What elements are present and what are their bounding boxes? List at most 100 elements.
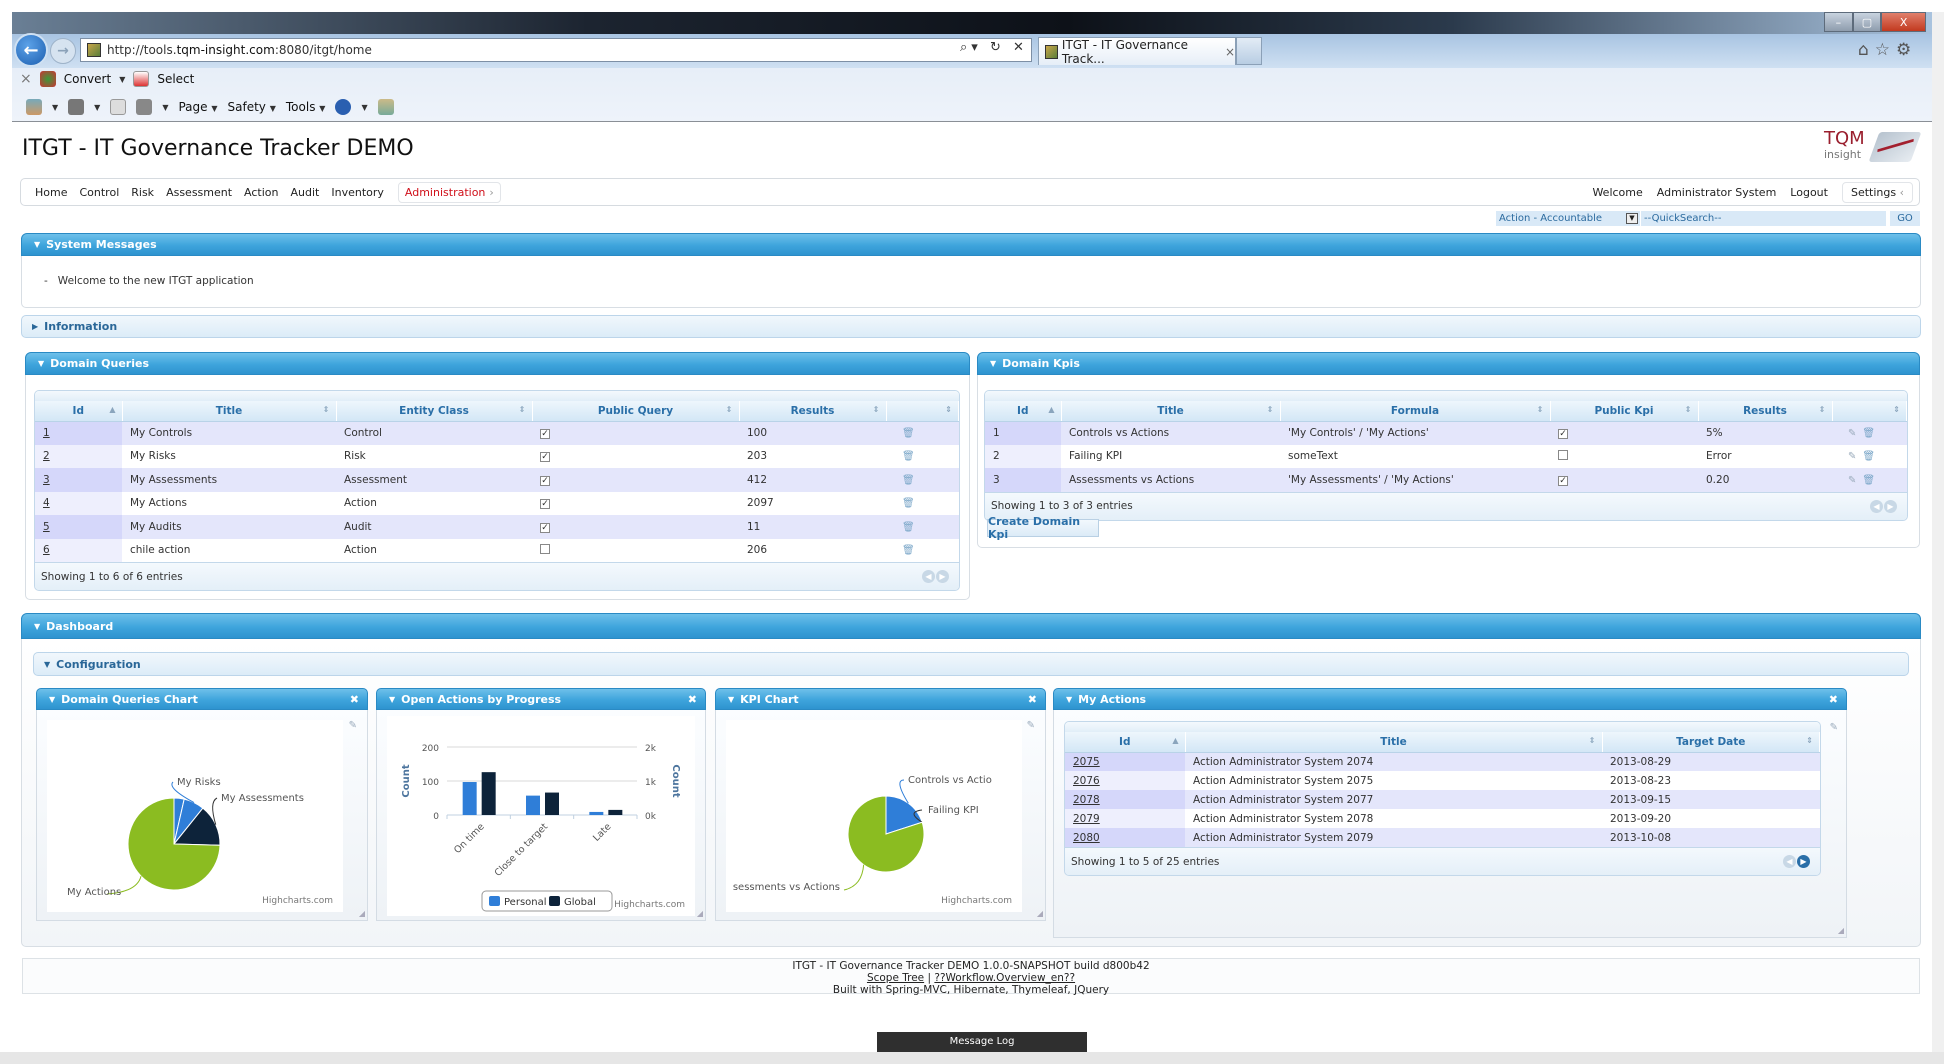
next-page-button[interactable]: ▶ xyxy=(1797,855,1810,868)
query-id-link[interactable]: 5 xyxy=(43,521,50,533)
trash-icon[interactable]: 🗑 xyxy=(1862,428,1875,439)
col-formula[interactable]: Formula ⇕ xyxy=(1280,401,1551,422)
settings-menu[interactable]: Settings ‹ xyxy=(1841,181,1913,203)
message-log-button[interactable]: Message Log xyxy=(877,1032,1087,1052)
minimize-button[interactable]: – xyxy=(1824,12,1853,32)
restore-button[interactable]: ▢ xyxy=(1852,12,1882,32)
col-public-kpi[interactable]: Public Kpi ⇕ xyxy=(1550,401,1699,422)
mail-icon[interactable] xyxy=(110,99,127,115)
resize-handle-icon[interactable]: ◢ xyxy=(1037,909,1043,918)
col-title[interactable]: Title ⇕ xyxy=(122,401,337,422)
highcharts-credit[interactable]: Highcharts.com xyxy=(614,900,685,910)
tools-menu[interactable]: Tools ▼ xyxy=(286,100,326,114)
trash-icon[interactable]: 🗑 xyxy=(902,522,915,533)
col-results[interactable]: Results ⇕ xyxy=(1698,401,1833,422)
query-id-link[interactable]: 2 xyxy=(43,450,50,462)
resize-handle-icon[interactable]: ◢ xyxy=(697,909,703,918)
prev-page-button[interactable]: ◀ xyxy=(1870,499,1883,513)
edit-icon[interactable]: ✎ xyxy=(349,720,357,731)
public-query-checkbox[interactable]: ✓ xyxy=(540,452,550,463)
chevron-down-icon[interactable]: ▼ xyxy=(119,75,125,84)
resize-handle-icon[interactable]: ◢ xyxy=(359,909,365,918)
close-icon[interactable]: ✖ xyxy=(350,693,359,706)
home-icon[interactable] xyxy=(26,99,42,115)
quicksearch-input[interactable]: --QuickSearch-- xyxy=(1641,211,1886,226)
nav-action[interactable]: Action xyxy=(244,186,278,199)
query-id-link[interactable]: 1 xyxy=(43,427,50,439)
chevron-down-icon[interactable]: ▼ xyxy=(52,103,58,112)
convert-button[interactable]: Convert xyxy=(64,72,111,86)
action-id-link[interactable]: 2076 xyxy=(1073,775,1100,787)
address-bar[interactable]: http://tools. tqm-insight.com:8080/itgt/h… xyxy=(80,38,1032,62)
col-entity-class[interactable]: Entity Class ⇕ xyxy=(336,401,533,422)
col-target-date[interactable]: Target Date ⇕ xyxy=(1602,732,1820,753)
help-icon[interactable] xyxy=(335,99,352,115)
public-query-checkbox[interactable]: ✓ xyxy=(540,522,550,533)
trash-icon[interactable]: 🗑 xyxy=(1862,451,1875,462)
close-icon[interactable]: ✖ xyxy=(688,693,697,706)
nav-assessment[interactable]: Assessment xyxy=(166,186,232,199)
col-results[interactable]: Results ⇕ xyxy=(739,401,887,422)
nav-risk[interactable]: Risk xyxy=(131,186,154,199)
page-menu[interactable]: Page ▼ xyxy=(178,100,217,114)
edit-icon[interactable]: ✎ xyxy=(1848,475,1856,486)
widget-header[interactable]: ▼ Open Actions by Progress ✖ xyxy=(376,688,706,710)
trash-icon[interactable]: 🗑 xyxy=(902,428,915,439)
trash-icon[interactable]: 🗑 xyxy=(902,545,915,556)
print-icon[interactable] xyxy=(136,99,153,115)
widget-header[interactable]: ▼ Domain Queries Chart ✖ xyxy=(36,688,368,710)
widget-header[interactable]: ▼ My Actions ✖ xyxy=(1053,688,1847,710)
close-window-button[interactable]: X xyxy=(1881,12,1927,32)
vertical-scrollbar[interactable] xyxy=(1932,12,1944,1052)
next-page-button[interactable]: ▶ xyxy=(936,570,949,583)
action-id-link[interactable]: 2075 xyxy=(1073,756,1100,768)
trash-icon[interactable]: 🗑 xyxy=(902,498,915,509)
nav-administration[interactable]: Administration › xyxy=(397,181,501,203)
quicksearch-dropdown-button[interactable]: ▼ xyxy=(1624,211,1640,226)
col-title[interactable]: Title ⇕ xyxy=(1061,401,1281,422)
query-id-link[interactable]: 3 xyxy=(43,474,50,486)
address-tools[interactable]: ⌕▾ ↻ ✕ xyxy=(960,40,1028,55)
public-query-checkbox[interactable] xyxy=(540,543,550,554)
highcharts-credit[interactable]: Highcharts.com xyxy=(262,896,333,906)
nav-home[interactable]: Home xyxy=(35,186,67,199)
public-query-checkbox[interactable]: ✓ xyxy=(540,499,550,510)
safety-menu[interactable]: Safety ▼ xyxy=(228,100,276,114)
browser-right-icons[interactable]: ⌂☆⚙ xyxy=(1858,40,1917,60)
scope-tree-link[interactable]: Scope Tree xyxy=(867,972,924,984)
col-id[interactable]: Id ▲ xyxy=(35,401,123,422)
col-public-query[interactable]: Public Query ⇕ xyxy=(532,401,740,422)
public-query-checkbox[interactable]: ✓ xyxy=(540,429,550,439)
logout-link[interactable]: Logout xyxy=(1790,186,1828,199)
edit-icon[interactable]: ✎ xyxy=(1848,451,1856,462)
domain-queries-header[interactable]: ▼ Domain Queries xyxy=(25,352,970,375)
quicksearch-type-select[interactable]: Action - Accountable xyxy=(1496,211,1624,226)
action-id-link[interactable]: 2080 xyxy=(1073,832,1100,844)
create-domain-kpi-button[interactable]: Create Domain Kpi xyxy=(987,515,1099,541)
configuration-header[interactable]: ▼ Configuration xyxy=(33,652,1909,676)
new-tab-button[interactable] xyxy=(1236,37,1262,65)
public-kpi-checkbox[interactable]: ✓ xyxy=(1558,429,1568,439)
action-id-link[interactable]: 2079 xyxy=(1073,813,1100,825)
next-page-button[interactable]: ▶ xyxy=(1884,499,1897,513)
dashboard-header[interactable]: ▼ Dashboard xyxy=(21,613,1921,639)
research-icon[interactable] xyxy=(377,99,394,115)
public-kpi-checkbox[interactable]: ✓ xyxy=(1558,475,1568,486)
domain-kpis-header[interactable]: ▼ Domain Kpis xyxy=(977,352,1920,375)
edit-icon[interactable]: ✎ xyxy=(1848,428,1856,439)
col-actions[interactable]: ⇕ xyxy=(886,401,959,422)
col-id[interactable]: Id ▲ xyxy=(1065,732,1186,753)
trash-icon[interactable]: 🗑 xyxy=(902,475,915,486)
chevron-down-icon[interactable]: ▼ xyxy=(361,103,367,112)
chevron-down-icon[interactable]: ▼ xyxy=(94,103,100,112)
resize-handle-icon[interactable]: ◢ xyxy=(1838,926,1844,935)
action-id-link[interactable]: 2078 xyxy=(1073,794,1100,806)
tab-close-icon[interactable]: × xyxy=(1225,45,1235,59)
widget-header[interactable]: ▼ KPI Chart ✖ xyxy=(715,688,1046,710)
quicksearch-go-button[interactable]: GO xyxy=(1890,211,1920,226)
nav-inventory[interactable]: Inventory xyxy=(331,186,384,199)
highcharts-credit[interactable]: Highcharts.com xyxy=(941,896,1012,906)
col-id[interactable]: Id ▲ xyxy=(985,401,1062,422)
col-title[interactable]: Title ⇕ xyxy=(1185,732,1603,753)
trash-icon[interactable]: 🗑 xyxy=(902,451,915,462)
